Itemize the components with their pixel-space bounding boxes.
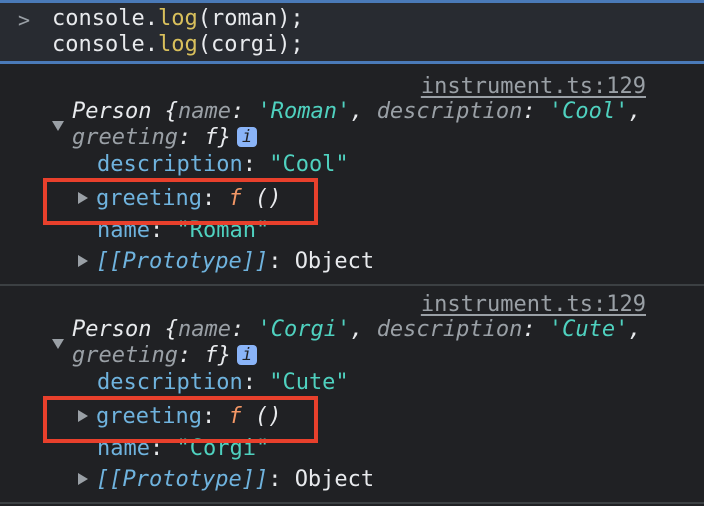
preview-value: 'Corgi' bbox=[257, 317, 351, 342]
preview-key: description bbox=[376, 99, 523, 124]
property-value: Object bbox=[294, 249, 375, 274]
preview-key: greeting bbox=[72, 125, 178, 150]
input-line: console.log(corgi); bbox=[52, 32, 304, 58]
property-description: description: "Cute" bbox=[97, 370, 349, 395]
preview-value: 'Cute' bbox=[548, 317, 629, 342]
preview-value: f bbox=[204, 125, 218, 150]
collapse-triangle-icon[interactable] bbox=[52, 121, 64, 131]
object-preview-cont: greeting: f} i bbox=[72, 125, 257, 151]
source-link[interactable]: instrument.ts:129 bbox=[421, 292, 646, 318]
property-value: "Cool" bbox=[269, 152, 349, 177]
info-icon[interactable]: i bbox=[236, 127, 257, 147]
expand-triangle-icon[interactable] bbox=[78, 473, 88, 485]
property-prototype[interactable]: [[Prototype]]: Object bbox=[78, 467, 374, 493]
object-preview[interactable]: Person {name: 'Roman', description: 'Coo… bbox=[72, 99, 642, 125]
code-method: log bbox=[157, 6, 198, 31]
property-key: [[Prototype]] bbox=[96, 249, 269, 274]
property-description: description: "Cool" bbox=[97, 152, 349, 177]
preview-value: f bbox=[204, 343, 218, 368]
info-icon[interactable]: i bbox=[236, 345, 257, 365]
property-key: [[Prototype]] bbox=[96, 467, 269, 492]
chevron-right-icon: > bbox=[18, 8, 31, 32]
console-input[interactable]: > console.log(roman); console.log(corgi)… bbox=[0, 0, 704, 64]
code-object: console. bbox=[52, 6, 158, 31]
object-preview-cont: greeting: f} i bbox=[72, 343, 257, 369]
property-value: "Cute" bbox=[269, 370, 349, 395]
preview-value: 'Roman' bbox=[257, 99, 351, 124]
divider bbox=[0, 502, 704, 504]
property-key: description bbox=[97, 152, 243, 177]
class-name: Person bbox=[72, 317, 152, 342]
collapse-triangle-icon[interactable] bbox=[52, 339, 64, 349]
input-line: console.log(roman); bbox=[52, 6, 304, 32]
source-link[interactable]: instrument.ts:129 bbox=[421, 74, 646, 100]
expand-triangle-icon[interactable] bbox=[78, 255, 88, 267]
preview-value: 'Cool' bbox=[548, 99, 629, 124]
highlight-box bbox=[43, 178, 318, 225]
preview-key: greeting bbox=[72, 343, 178, 368]
preview-key: name bbox=[177, 99, 231, 124]
object-preview[interactable]: Person {name: 'Corgi', description: 'Cut… bbox=[72, 317, 642, 343]
preview-key: description bbox=[376, 317, 523, 342]
code-args: (corgi); bbox=[197, 32, 304, 57]
property-value: Object bbox=[294, 467, 375, 492]
highlight-box bbox=[43, 396, 318, 443]
code-method: log bbox=[157, 32, 198, 57]
divider bbox=[0, 284, 704, 286]
property-prototype[interactable]: [[Prototype]]: Object bbox=[78, 249, 374, 275]
class-name: Person bbox=[72, 99, 152, 124]
code-object: console. bbox=[52, 32, 158, 57]
code-args: (roman); bbox=[197, 6, 304, 31]
preview-key: name bbox=[177, 317, 231, 342]
property-key: description bbox=[97, 370, 243, 395]
